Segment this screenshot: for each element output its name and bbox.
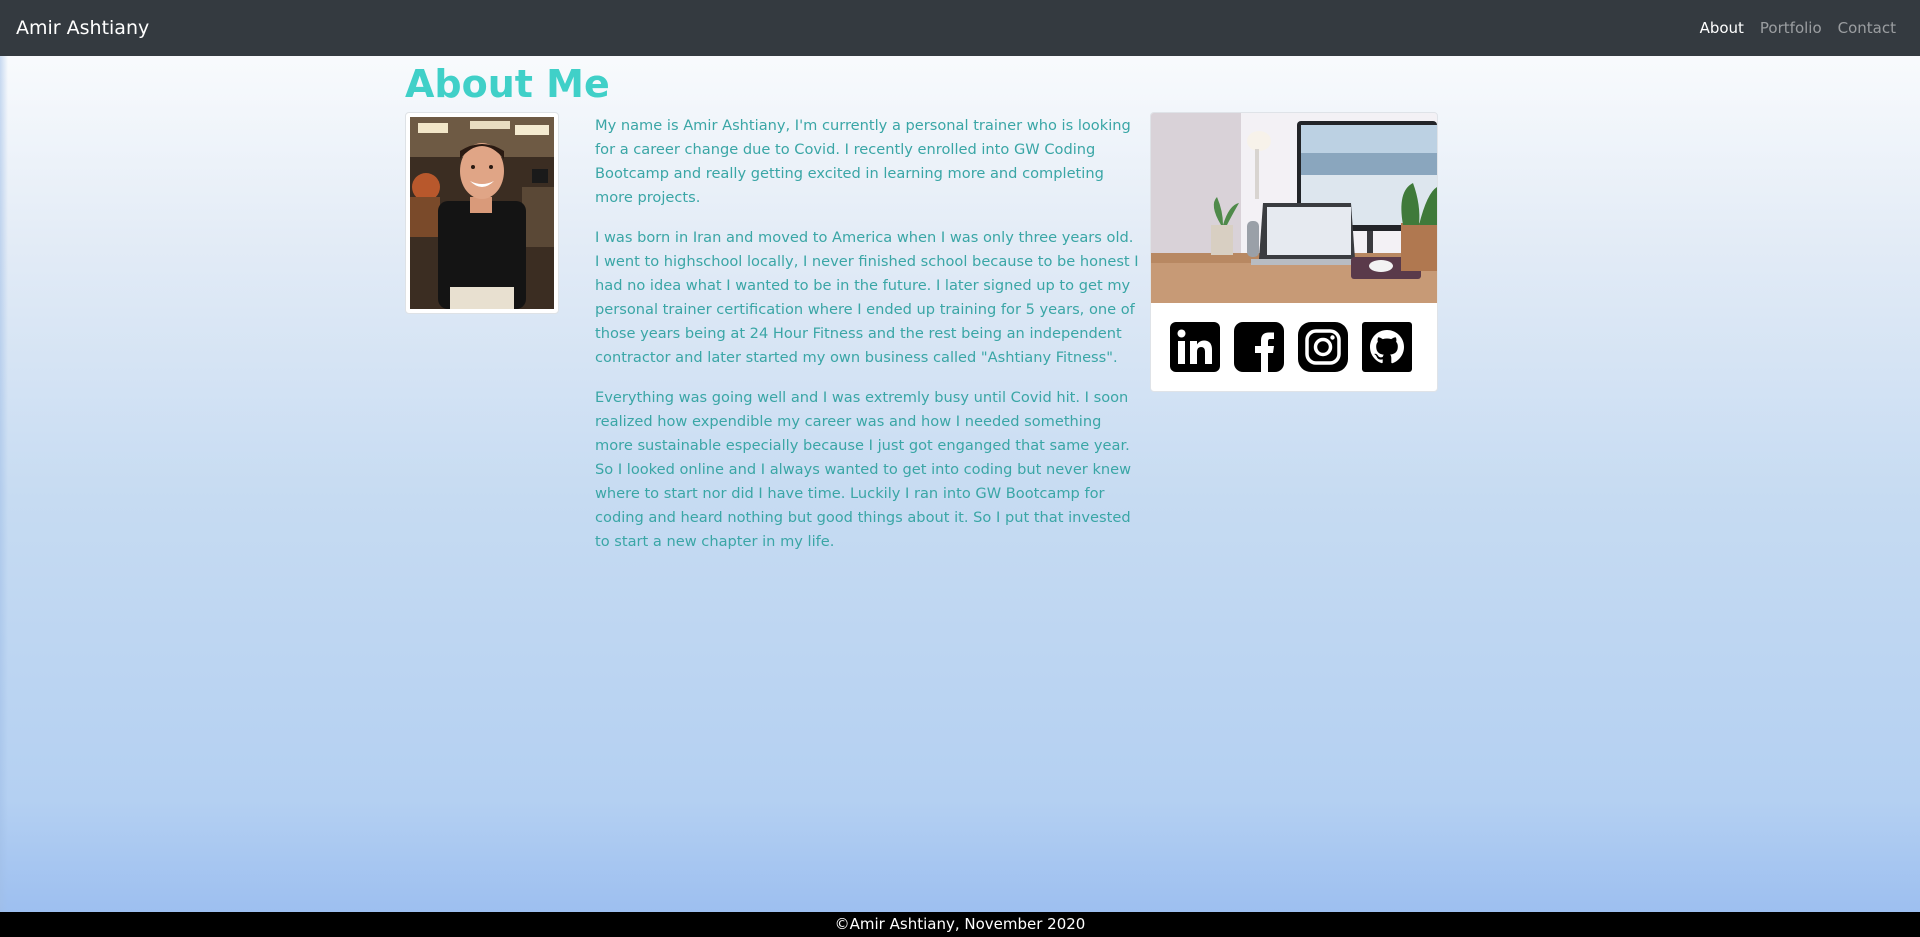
bio-paragraph: My name is Amir Ashtiany, I'm currently … [595,117,1131,206]
page-edge-decoration [0,56,8,912]
bio-paragraph: Everything was going well and I was extr… [595,389,1132,550]
navbar: Amir Ashtiany About Portfolio Contact [0,0,1920,56]
nav-link-portfolio[interactable]: Portfolio [1760,18,1822,38]
page-title: About Me [405,62,610,106]
footer-text: ©Amir Ashtiany, November 2020 [834,915,1086,933]
github-link[interactable] [1362,322,1412,372]
linkedin-icon [1170,322,1220,372]
instagram-link[interactable] [1298,322,1348,372]
profile-photo [405,112,559,314]
bio-text: My name is Amir Ashtiany, I'm currently … [595,114,1140,570]
workspace-image [1151,113,1437,303]
nav-link-contact[interactable]: Contact [1838,18,1896,38]
instagram-icon [1298,322,1348,372]
social-icons [1170,322,1412,372]
facebook-icon [1234,322,1284,372]
brand-link[interactable]: Amir Ashtiany [16,16,149,40]
nav-links: About Portfolio Contact [1700,18,1896,38]
social-card [1150,112,1438,392]
footer: ©Amir Ashtiany, November 2020 [0,912,1920,937]
profile-photo-image [410,117,554,309]
facebook-link[interactable] [1234,322,1284,372]
bio-paragraph: I was born in Iran and moved to America … [595,229,1139,366]
linkedin-link[interactable] [1170,322,1220,372]
github-icon [1362,322,1412,372]
nav-link-about[interactable]: About [1700,18,1744,38]
